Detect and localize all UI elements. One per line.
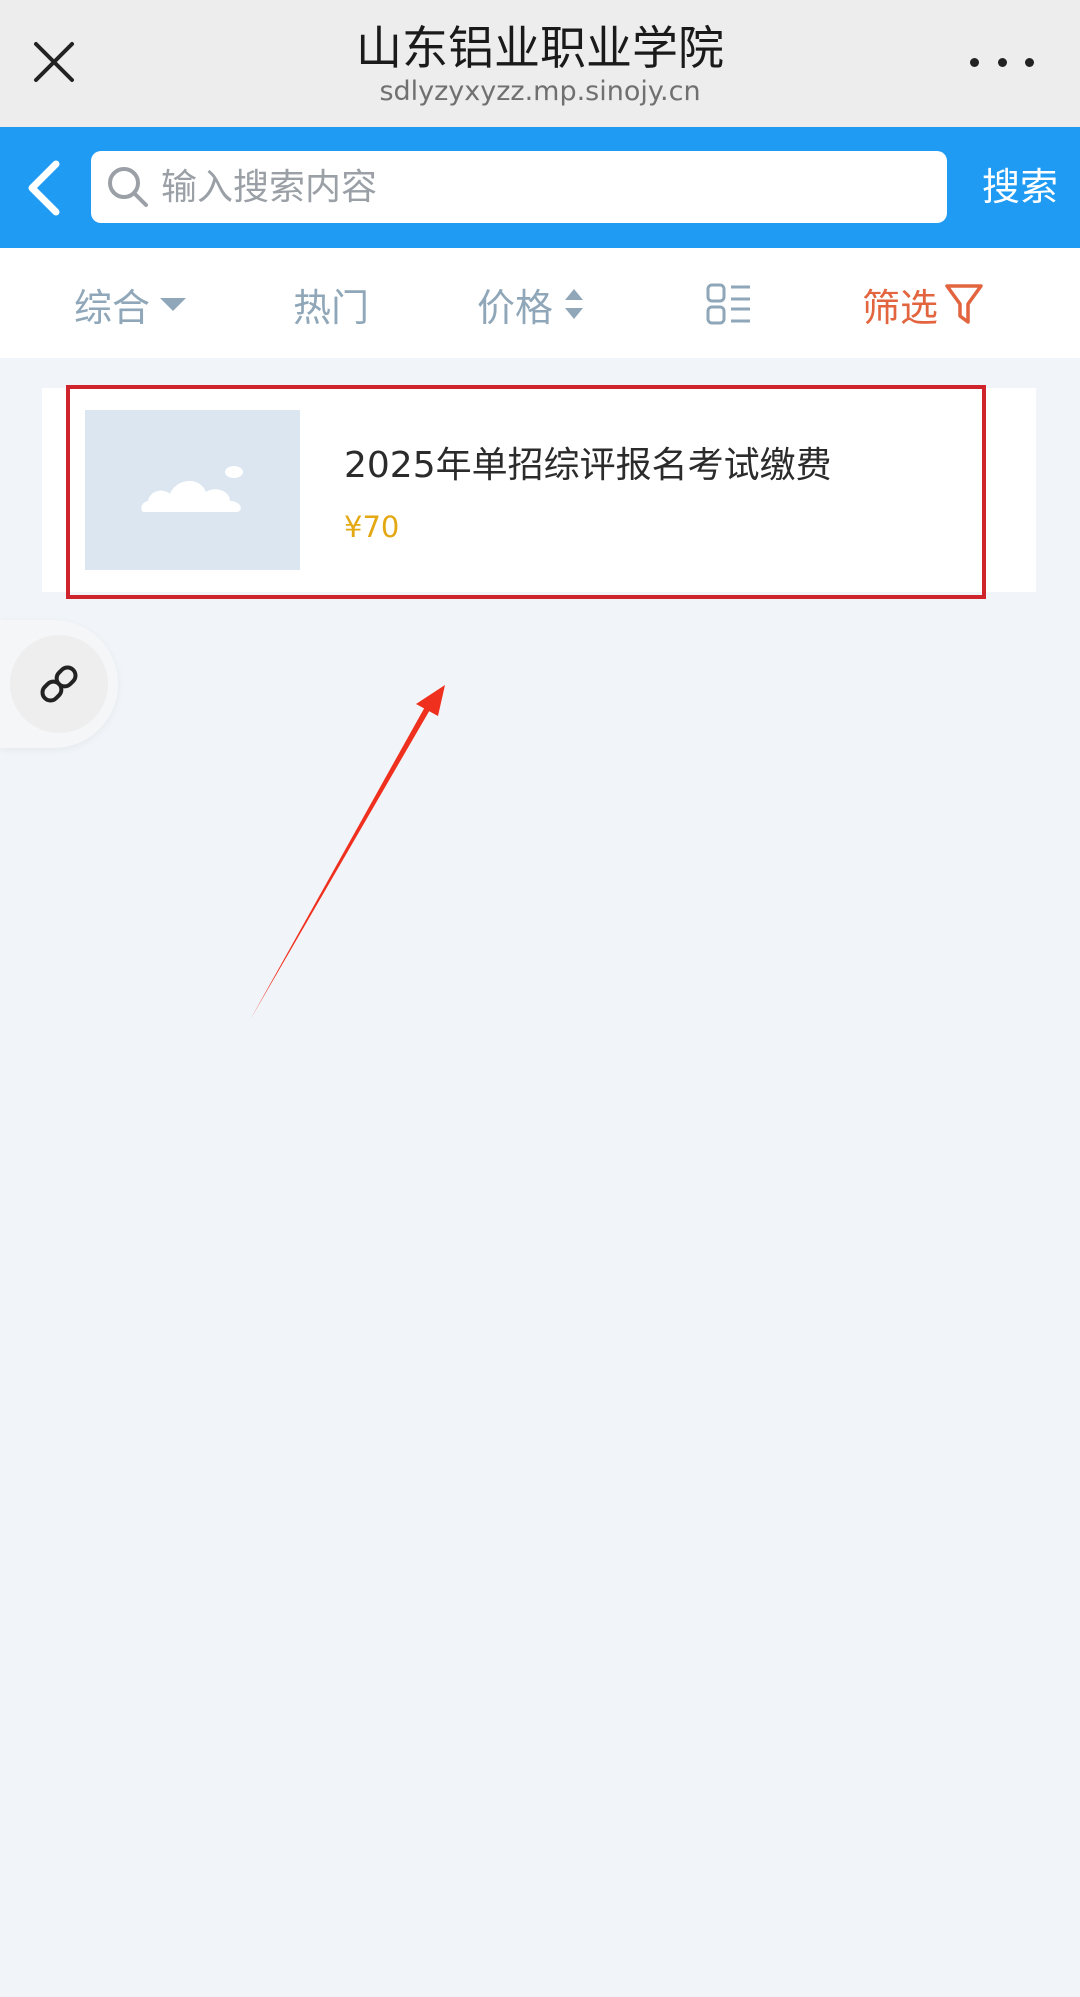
search-bar: 搜索 bbox=[0, 127, 1080, 248]
filter-label: 筛选 bbox=[862, 285, 939, 330]
filter-button[interactable]: 筛选 bbox=[862, 274, 984, 334]
page-title: 山东铝业职业学院 bbox=[356, 21, 724, 75]
link-icon-wrap bbox=[10, 635, 108, 733]
sort-hot-label: 热门 bbox=[293, 285, 370, 330]
sort-updown-icon bbox=[565, 289, 584, 319]
filter-bar: 综合 热门 价格 筛选 bbox=[0, 248, 1080, 358]
more-button[interactable] bbox=[962, 44, 1042, 80]
back-button[interactable] bbox=[14, 153, 74, 223]
chevron-left-icon bbox=[28, 160, 60, 216]
share-link-button[interactable] bbox=[0, 620, 118, 748]
sort-composite-tab[interactable]: 综合 bbox=[74, 274, 188, 334]
sort-price-label: 价格 bbox=[477, 285, 554, 330]
link-icon bbox=[40, 665, 78, 703]
highlight-annotation-box bbox=[66, 385, 986, 599]
sort-composite-label: 综合 bbox=[74, 285, 151, 330]
caret-down-icon bbox=[160, 298, 187, 311]
list-layout-icon bbox=[706, 283, 750, 325]
page-url: sdlyzyxyzz.mp.sinojy.cn bbox=[379, 76, 701, 107]
more-dots-icon bbox=[970, 57, 979, 67]
funnel-icon bbox=[945, 284, 983, 324]
sort-hot-tab[interactable]: 热门 bbox=[293, 274, 369, 334]
search-input[interactable] bbox=[161, 166, 921, 208]
page: 山东铝业职业学院 sdlyzyxyzz.mp.sinojy.cn 搜索 bbox=[0, 0, 1080, 1997]
search-button[interactable]: 搜索 bbox=[982, 157, 1058, 217]
search-icon bbox=[103, 162, 153, 212]
layout-toggle-button[interactable] bbox=[706, 274, 752, 334]
search-box[interactable] bbox=[91, 151, 947, 223]
webview-header: 山东铝业职业学院 sdlyzyxyzz.mp.sinojy.cn bbox=[0, 0, 1080, 127]
sort-price-tab[interactable]: 价格 bbox=[477, 274, 585, 334]
